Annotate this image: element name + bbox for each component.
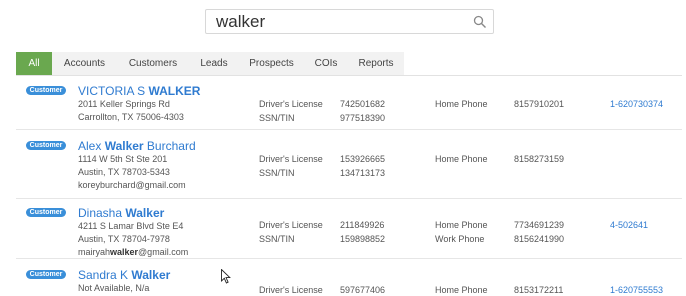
policy-link[interactable]: 1-620755553 <box>610 284 663 296</box>
id-value: 134713173 <box>340 168 386 178</box>
result-tabs: All Accounts Customers Leads Prospects C… <box>16 52 404 75</box>
id-value: 977518390 <box>340 113 386 123</box>
phone-label: Home Phone <box>435 285 488 295</box>
customer-badge: Customer <box>26 270 66 279</box>
row-divider <box>16 198 682 199</box>
result-name[interactable]: Alex Walker Burchard <box>78 139 196 153</box>
tab-divider <box>16 75 682 76</box>
tab-reports[interactable]: Reports <box>348 52 404 75</box>
search-icon[interactable] <box>473 15 487 29</box>
tab-cois[interactable]: COIs <box>304 52 348 75</box>
result-name[interactable]: Sandra K Walker <box>78 268 170 282</box>
tab-customers[interactable]: Customers <box>117 52 189 75</box>
policy-link[interactable]: 4-502641 <box>610 219 648 231</box>
id-label: SSN/TIN <box>259 168 295 178</box>
result-name[interactable]: Dinasha Walker <box>78 206 164 220</box>
phone-value: 8157910201 <box>514 99 565 109</box>
mouse-cursor-icon <box>221 269 231 284</box>
id-label: Driver's License <box>259 154 323 164</box>
id-value: 159898852 <box>340 234 386 244</box>
row-divider <box>16 129 682 130</box>
id-value: 211849926 <box>340 220 385 230</box>
tab-accounts[interactable]: Accounts <box>52 52 117 75</box>
tab-all[interactable]: All <box>16 52 52 75</box>
phone-value: 8153172211 <box>514 285 564 295</box>
address-line-1: 1114 W 5th St Ste 201 <box>78 154 168 164</box>
address-line-1: Not Available, N/a <box>78 283 150 293</box>
id-label: Driver's License <box>259 285 323 295</box>
phone-label: Home Phone <box>435 99 488 109</box>
address-line-1: 4211 S Lamar Blvd Ste E4 <box>78 221 184 231</box>
email-address: mairyahwalker@gmail.com <box>78 247 189 257</box>
id-label: Driver's License <box>259 220 323 230</box>
address-line-2: Austin, TX 78703-5343 <box>78 167 170 177</box>
customer-badge: Customer <box>26 208 66 217</box>
id-value: 597677406 <box>340 285 386 295</box>
search-box[interactable]: walker <box>205 9 494 34</box>
row-divider <box>16 258 682 259</box>
result-name[interactable]: VICTORIA S WALKER <box>78 84 200 98</box>
phone-label: Home Phone <box>435 154 488 164</box>
address-line-2: Carrollton, TX 75006-4303 <box>78 112 184 122</box>
phone-label: Work Phone <box>435 234 485 244</box>
phone-value: 8158273159 <box>514 154 565 164</box>
id-value: 742501682 <box>340 99 386 109</box>
id-value: 153926665 <box>340 154 386 164</box>
email-address: koreyburchard@gmail.com <box>78 180 186 190</box>
address-line-2: Austin, TX 78704-7978 <box>78 234 170 244</box>
customer-badge: Customer <box>26 141 66 150</box>
id-label: SSN/TIN <box>259 234 295 244</box>
policy-link[interactable]: 1-620730374 <box>610 98 663 110</box>
address-line-1: 2011 Keller Springs Rd <box>78 99 170 109</box>
id-label: SSN/TIN <box>259 113 295 123</box>
tab-prospects[interactable]: Prospects <box>239 52 304 75</box>
phone-value: 7734691239 <box>514 220 565 230</box>
search-input[interactable]: walker <box>216 11 265 33</box>
customer-badge: Customer <box>26 86 66 95</box>
id-label: Driver's License <box>259 99 323 109</box>
phone-value: 8156241990 <box>514 234 565 244</box>
tab-leads[interactable]: Leads <box>189 52 239 75</box>
phone-label: Home Phone <box>435 220 488 230</box>
